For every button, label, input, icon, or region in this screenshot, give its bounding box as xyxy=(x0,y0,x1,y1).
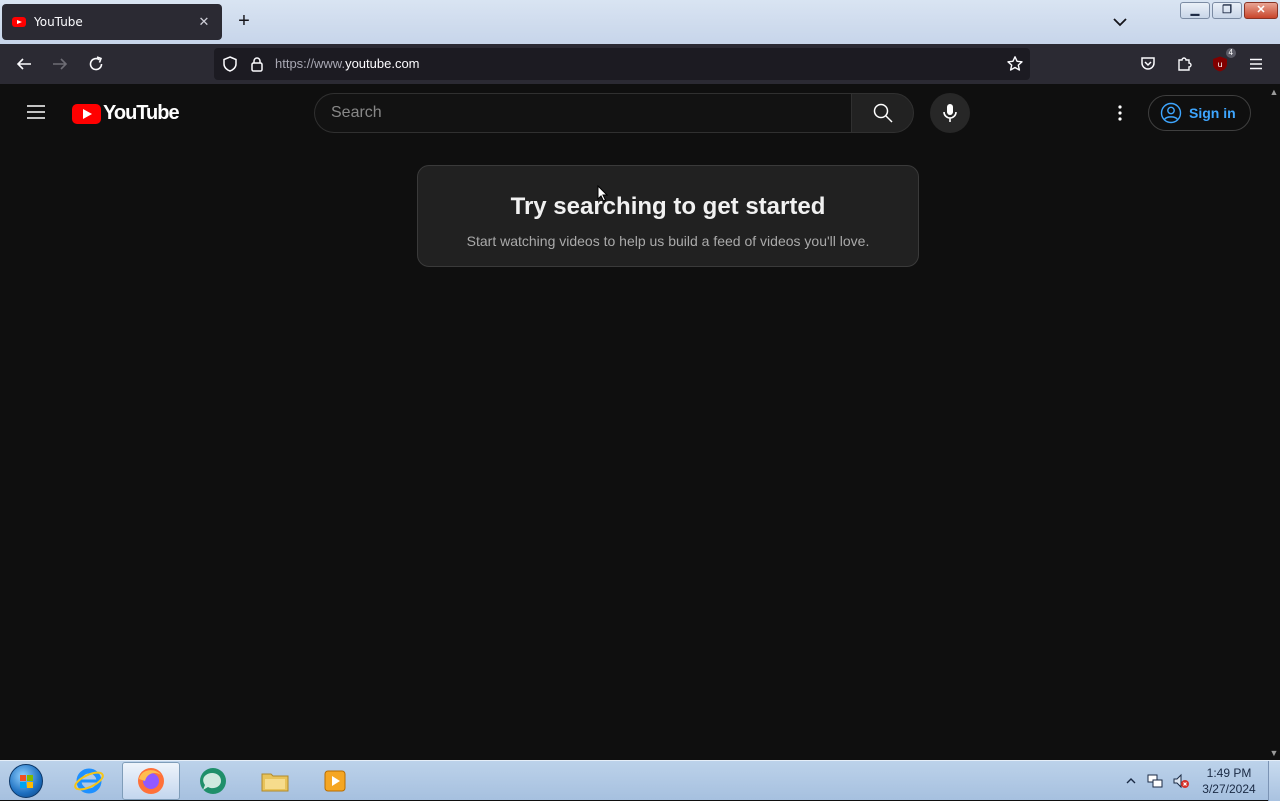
bookmark-star-icon[interactable] xyxy=(1006,55,1024,73)
tracking-protection-shield-icon[interactable] xyxy=(221,55,239,73)
settings-menu-button[interactable] xyxy=(1108,101,1132,125)
system-tray: 1:49 PM 3/27/2024 xyxy=(1124,761,1280,801)
firefox-icon xyxy=(138,768,164,794)
tab-youtube[interactable]: YouTube ✕ xyxy=(2,4,222,40)
app-menu-button[interactable] xyxy=(1246,54,1266,74)
pocket-icon xyxy=(1141,57,1155,70)
scroll-up-arrow-icon[interactable]: ▲ xyxy=(1269,87,1279,97)
hamburger-menu-icon xyxy=(27,105,45,119)
windows-logo-icon xyxy=(9,764,43,798)
account-circle-icon xyxy=(1160,102,1182,124)
microphone-icon xyxy=(943,104,957,122)
page-scrollbar[interactable]: ▲ ▼ xyxy=(1268,84,1280,760)
back-button[interactable] xyxy=(14,54,34,74)
chevron-down-icon xyxy=(1113,18,1127,27)
forward-arrow-icon xyxy=(53,58,68,70)
extensions-button[interactable] xyxy=(1174,54,1194,74)
show-desktop-button[interactable] xyxy=(1268,761,1280,801)
youtube-page: YouTube Search Sign in Try searching to … xyxy=(0,84,1268,760)
minimize-button[interactable]: ▁ xyxy=(1180,2,1210,19)
youtube-masthead: YouTube Search Sign in xyxy=(0,84,1268,140)
volume-muted-icon[interactable] xyxy=(1172,772,1190,790)
restore-icon: ❐ xyxy=(1222,4,1232,16)
media-player-icon xyxy=(324,770,346,792)
search-button[interactable] xyxy=(851,93,914,133)
youtube-play-logo-icon xyxy=(72,103,101,124)
start-button[interactable] xyxy=(4,762,48,800)
svg-text:u: u xyxy=(1217,60,1222,69)
empty-feed-prompt: Try searching to get started Start watch… xyxy=(417,165,919,267)
folder-icon xyxy=(261,773,289,792)
tab-close-icon[interactable]: ✕ xyxy=(196,14,212,30)
show-hidden-icons-icon[interactable] xyxy=(1124,774,1138,788)
list-all-tabs-button[interactable] xyxy=(1110,12,1130,32)
extension-badge-count: 4 xyxy=(1225,48,1236,58)
sign-in-button[interactable]: Sign in xyxy=(1148,95,1251,131)
browser-nav-bar: https://www.youtube.com u 4 xyxy=(0,44,1280,84)
close-window-button[interactable]: ✕ xyxy=(1244,2,1278,19)
hamburger-menu-icon xyxy=(1250,58,1262,70)
search-input[interactable] xyxy=(314,93,851,133)
youtube-wordmark: YouTube xyxy=(103,102,180,124)
restore-button[interactable]: ❐ xyxy=(1212,2,1242,19)
ublock-shield-icon: u xyxy=(1213,56,1227,72)
scroll-down-arrow-icon[interactable]: ▼ xyxy=(1269,748,1279,758)
tab-title: YouTube xyxy=(34,15,83,29)
prompt-subtitle: Start watching videos to help us build a… xyxy=(466,233,870,249)
search-icon xyxy=(873,103,893,123)
guide-menu-button[interactable] xyxy=(24,100,48,124)
ublock-origin-button[interactable]: u 4 xyxy=(1210,48,1236,74)
back-arrow-icon xyxy=(16,58,31,70)
taskbar-clock[interactable]: 1:49 PM 3/27/2024 xyxy=(1198,765,1260,797)
taskbar-media-app[interactable] xyxy=(184,762,242,800)
browser-tab-strip: YouTube ✕ + ▁ ❐ ✕ xyxy=(0,0,1280,44)
minimize-icon: ▁ xyxy=(1190,4,1200,16)
taskbar-internet-explorer[interactable] xyxy=(60,762,118,800)
internet-explorer-icon xyxy=(74,768,104,794)
youtube-logo[interactable]: YouTube xyxy=(72,102,180,125)
pocket-button[interactable] xyxy=(1138,54,1158,74)
more-vertical-icon xyxy=(1118,105,1122,121)
forward-button[interactable] xyxy=(50,54,70,74)
puzzle-piece-icon xyxy=(1178,57,1192,71)
mouse-cursor-icon xyxy=(597,185,609,202)
taskbar-media-player[interactable] xyxy=(306,762,364,800)
new-tab-button[interactable]: + xyxy=(234,11,254,32)
reload-button[interactable] xyxy=(86,54,106,74)
voice-search-button[interactable] xyxy=(930,93,970,133)
url-text[interactable]: https://www.youtube.com xyxy=(275,48,420,80)
window-controls: ▁ ❐ ✕ xyxy=(1180,2,1278,19)
media-app-icon xyxy=(200,768,226,794)
reload-icon xyxy=(89,56,103,71)
taskbar-file-explorer[interactable] xyxy=(246,762,304,800)
windows-taskbar: 1:49 PM 3/27/2024 xyxy=(0,760,1280,801)
sign-in-label: Sign in xyxy=(1189,105,1236,121)
youtube-favicon-icon xyxy=(12,17,26,27)
network-icon[interactable] xyxy=(1146,772,1164,790)
lock-icon[interactable] xyxy=(248,55,266,73)
clock-date: 3/27/2024 xyxy=(1202,782,1256,796)
prompt-title: Try searching to get started xyxy=(510,193,826,220)
url-bar[interactable]: https://www.youtube.com xyxy=(214,48,1030,80)
clock-time: 1:49 PM xyxy=(1206,766,1252,780)
search-bar xyxy=(314,93,914,133)
taskbar-firefox[interactable] xyxy=(122,762,180,800)
close-icon: ✕ xyxy=(1256,4,1266,16)
